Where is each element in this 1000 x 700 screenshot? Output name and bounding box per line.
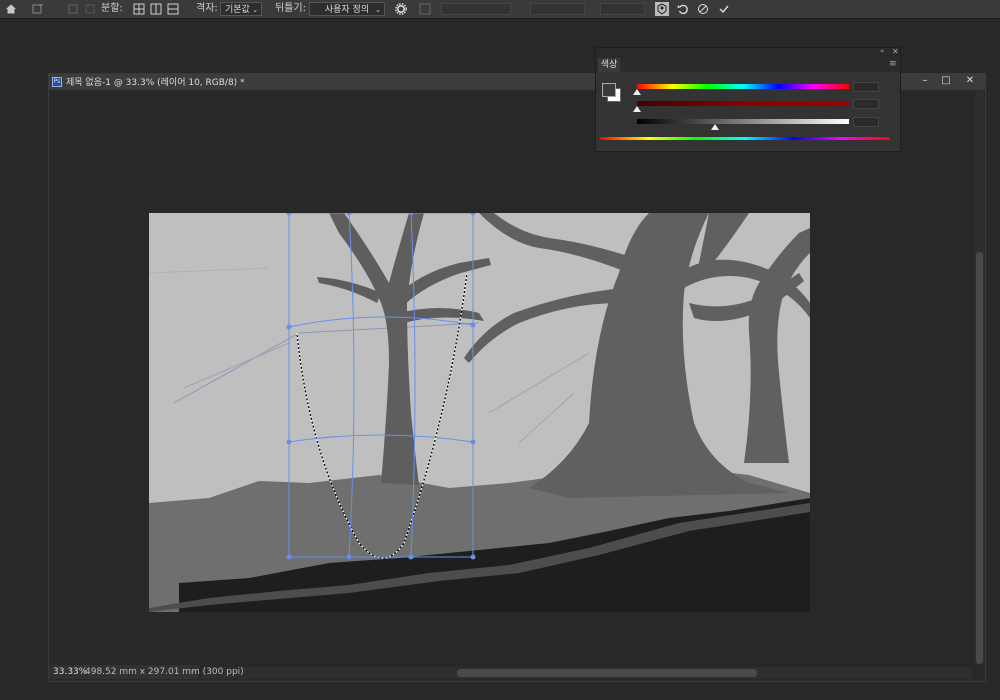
- g-value-field[interactable]: [853, 99, 879, 109]
- close-button[interactable]: ✕: [962, 74, 978, 88]
- r-value-field[interactable]: [853, 82, 879, 92]
- foreground-color-swatch[interactable]: [602, 83, 616, 97]
- zoom-level[interactable]: 33.33%: [53, 667, 87, 677]
- color-panel-tabs: [596, 58, 900, 72]
- document-size: 498.52 mm x 297.01 mm (300 ppi): [85, 667, 244, 677]
- warp-dropdown[interactable]: 사용자 정의 ⌄: [309, 2, 385, 16]
- puppet-warp-icon[interactable]: [655, 2, 669, 16]
- grid-label: 격자:: [196, 3, 218, 14]
- restore-button[interactable]: □: [938, 74, 954, 88]
- r-slider[interactable]: [637, 84, 849, 89]
- split-cross-icon[interactable]: [133, 3, 145, 15]
- restore-icon: □: [941, 75, 951, 86]
- warp-label: 뒤틀기:: [275, 3, 306, 14]
- tool-preset-icon[interactable]: [32, 3, 44, 15]
- color-spectrum-ramp[interactable]: [600, 137, 890, 140]
- home-icon[interactable]: [5, 3, 17, 15]
- r-slider-thumb[interactable]: [633, 89, 641, 95]
- grid-dropdown[interactable]: 기본값 ⌄: [220, 2, 262, 16]
- chevron-down-icon: ⌄: [252, 6, 258, 14]
- document-title: 제목 없음-1 @ 33.3% (레이어 10, RGB/8) *: [66, 78, 245, 88]
- close-icon: ✕: [965, 75, 975, 86]
- b-slider-thumb[interactable]: [711, 124, 720, 130]
- chevron-down-icon: ⌄: [375, 6, 381, 14]
- b-slider[interactable]: [637, 119, 849, 124]
- close-panel-icon[interactable]: ✕: [892, 47, 899, 56]
- split-horizontal-icon[interactable]: [167, 3, 179, 15]
- color-panel-header[interactable]: [596, 48, 900, 58]
- reference-point-icon[interactable]: [419, 3, 431, 15]
- dimmed-field-1: [441, 3, 511, 15]
- minimize-button[interactable]: –: [917, 74, 933, 88]
- cancel-icon[interactable]: [697, 3, 709, 15]
- commit-icon[interactable]: [718, 3, 730, 15]
- collapse-panel-icon[interactable]: «: [880, 47, 884, 55]
- g-slider-thumb[interactable]: [633, 106, 641, 112]
- artwork: [149, 213, 810, 612]
- split-mode-icon[interactable]: [84, 3, 96, 15]
- photoshop-doc-icon: Ps: [52, 77, 62, 87]
- panel-menu-icon[interactable]: ≡: [889, 59, 897, 69]
- vertical-scroll-thumb[interactable]: [976, 252, 983, 664]
- warp-mode-icon[interactable]: [67, 3, 79, 15]
- g-slider[interactable]: [637, 101, 849, 106]
- split-label: 분할:: [101, 3, 123, 14]
- b-value-field[interactable]: [853, 117, 879, 127]
- canvas[interactable]: [149, 213, 810, 612]
- split-vertical-icon[interactable]: [150, 3, 162, 15]
- horizontal-scroll-thumb[interactable]: [457, 669, 757, 677]
- undo-icon[interactable]: [677, 3, 689, 15]
- tab-color[interactable]: 색상: [598, 58, 620, 72]
- options-bar: 분할: 격자: 기본값 ⌄ 뒤틀기: 사용자 정의 ⌄: [0, 0, 1000, 19]
- gear-icon[interactable]: [395, 3, 407, 15]
- status-menu-arrow-icon[interactable]: ›: [191, 667, 194, 676]
- warp-dropdown-value: 사용자 정의: [324, 5, 370, 15]
- minimize-icon: –: [922, 75, 928, 86]
- grid-dropdown-value: 기본값: [225, 5, 250, 15]
- dimmed-field-3: [600, 3, 645, 15]
- dimmed-field-2: [530, 3, 585, 15]
